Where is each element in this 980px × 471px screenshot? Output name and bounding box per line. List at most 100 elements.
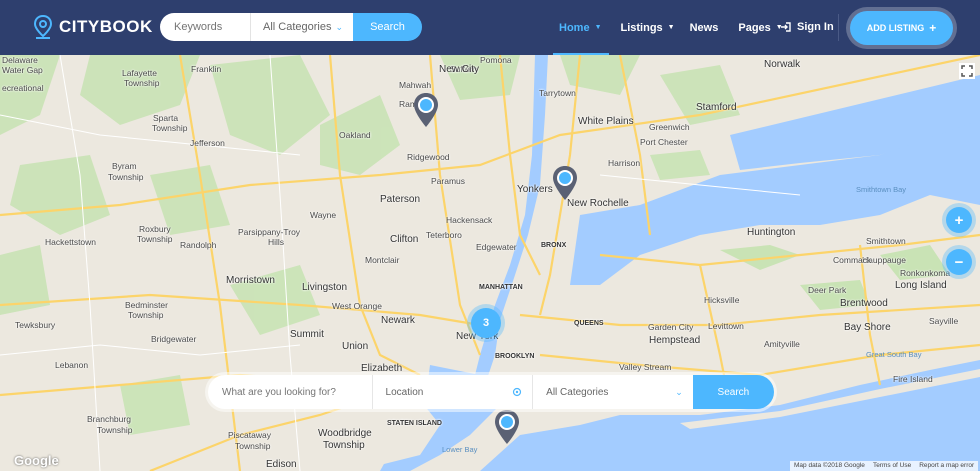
map-label: Long Island: [895, 280, 947, 291]
zoom-out-button[interactable]: −: [946, 249, 972, 275]
map-label: Randolph: [180, 240, 217, 250]
map-label: Amityville: [764, 339, 800, 349]
map-label: Great South Bay: [866, 350, 922, 359]
what-input[interactable]: [208, 375, 372, 409]
caret-down-icon: ▼: [594, 24, 602, 31]
map-label: QUEENS: [574, 320, 604, 327]
map-label: STATEN ISLAND: [387, 420, 442, 427]
map-label: Township: [323, 440, 365, 451]
add-listing-button[interactable]: ADD LISTING +: [850, 11, 953, 45]
nav-news-label: News: [689, 21, 719, 34]
bottom-category-value: All Categories: [546, 386, 609, 398]
category-select[interactable]: All Categories ⌄: [250, 13, 353, 41]
nav-news[interactable]: News: [686, 0, 730, 55]
map-label: Deer Park: [808, 285, 847, 295]
report-map-error-link[interactable]: Report a map error: [915, 461, 978, 471]
map-label: Yonkers: [517, 184, 553, 195]
map-label: Wayne: [310, 210, 337, 220]
map-label: Harrison: [608, 158, 641, 168]
map-marker-icon[interactable]: [552, 165, 578, 201]
map-label: Township: [124, 78, 160, 88]
map-label: Piscataway: [228, 430, 271, 440]
map-label: Paramus: [431, 176, 466, 186]
map-label: Woodbridge: [318, 428, 372, 439]
map-label: Lower Bay: [442, 445, 478, 454]
map-label: West Orange: [332, 301, 382, 311]
map-label: Tarrytown: [539, 88, 576, 98]
map-marker-icon[interactable]: [494, 409, 520, 445]
map-label: Edgewater: [476, 242, 517, 252]
bottom-search-button[interactable]: Search: [692, 375, 774, 409]
map-pin-logo-icon: [33, 14, 53, 39]
map-label: MANHATTAN: [479, 284, 523, 291]
map-label: Hackensack: [446, 215, 493, 225]
map-label: Brentwood: [840, 298, 888, 309]
add-listing-label: ADD LISTING: [866, 23, 925, 33]
sign-in-icon: [781, 22, 791, 32]
map-label: Hills: [268, 237, 285, 247]
map-label: Fire Island: [893, 374, 933, 384]
map-label: Port Chester: [640, 137, 688, 147]
map-marker-icon[interactable]: [413, 92, 439, 128]
google-logo: Google: [14, 453, 59, 468]
map-label: Norwalk: [764, 59, 801, 70]
map-label: Oakland: [339, 130, 371, 140]
map-label: Edison: [266, 459, 297, 470]
map-label: Bedminster: [125, 300, 168, 310]
map-label: Livingston: [302, 282, 348, 293]
plus-icon: +: [929, 21, 937, 35]
category-select-value: All Categories: [263, 21, 332, 33]
header-search-button[interactable]: Search: [353, 13, 422, 41]
header: CITYBOOK All Categories ⌄ Search Home ▼ L…: [0, 0, 980, 55]
map-label: Morristown: [226, 275, 275, 286]
map-label: Pomona: [480, 55, 512, 65]
nav-home[interactable]: Home ▼: [547, 0, 610, 55]
nav-home-label: Home: [559, 21, 590, 34]
terms-of-use-link[interactable]: Terms of Use: [869, 461, 915, 471]
location-placeholder: Location: [385, 386, 424, 398]
map-label: Byram: [112, 161, 137, 171]
map-label: Huntington: [747, 227, 796, 238]
map-label: Water Gap: [2, 65, 43, 75]
map-label: Garden City: [648, 322, 694, 332]
map-label: Bridgewater: [151, 334, 197, 344]
sign-in-link[interactable]: Sign In: [780, 21, 834, 33]
map-label: Union: [342, 341, 369, 352]
zoom-in-button[interactable]: +: [946, 207, 972, 233]
location-input[interactable]: Location: [371, 375, 533, 409]
map-label: Tewksbury: [15, 320, 56, 330]
map-label: Township: [108, 172, 144, 182]
brand-name: CITYBOOK: [59, 17, 153, 36]
map-label: Valley Stream: [619, 362, 672, 372]
map-label: Greenwich: [649, 122, 690, 132]
nav-listings-label: Listings: [620, 21, 663, 34]
fullscreen-icon[interactable]: [959, 63, 975, 79]
caret-down-icon: ▼: [667, 24, 675, 31]
bottom-search: Location All Categories ⌄ Search: [205, 372, 777, 412]
logo[interactable]: CITYBOOK: [33, 14, 153, 40]
map-label: Hempstead: [649, 335, 701, 346]
map-label: Stamford: [696, 102, 737, 113]
target-icon[interactable]: [512, 387, 522, 397]
map-label: Parsippany-Troy: [238, 227, 301, 237]
map-label: Teterboro: [426, 230, 462, 240]
map-label: Paterson: [380, 194, 421, 205]
map-label: Smithtown: [866, 236, 906, 246]
map-label: Newark: [381, 315, 415, 326]
nav-listings[interactable]: Listings ▼: [610, 0, 686, 55]
marker-cluster[interactable]: 3: [471, 308, 501, 338]
map-label: Summit: [290, 329, 324, 340]
map-label: White Plains: [578, 116, 634, 127]
map-label: Clifton: [390, 234, 419, 245]
chevron-down-icon: ⌄: [675, 386, 683, 397]
map-label: Franklin: [191, 64, 222, 74]
map-label: Sayville: [929, 316, 959, 326]
map-label: Township: [152, 123, 188, 133]
map-label: ecreational: [2, 83, 44, 93]
bottom-category-select[interactable]: All Categories ⌄: [532, 375, 693, 409]
map-label: Lebanon: [55, 360, 89, 370]
map-label: Delaware: [2, 55, 38, 65]
map-label: Bay Shore: [844, 322, 891, 333]
map-label: BROOKLYN: [495, 353, 535, 360]
keywords-input[interactable]: [160, 13, 250, 41]
